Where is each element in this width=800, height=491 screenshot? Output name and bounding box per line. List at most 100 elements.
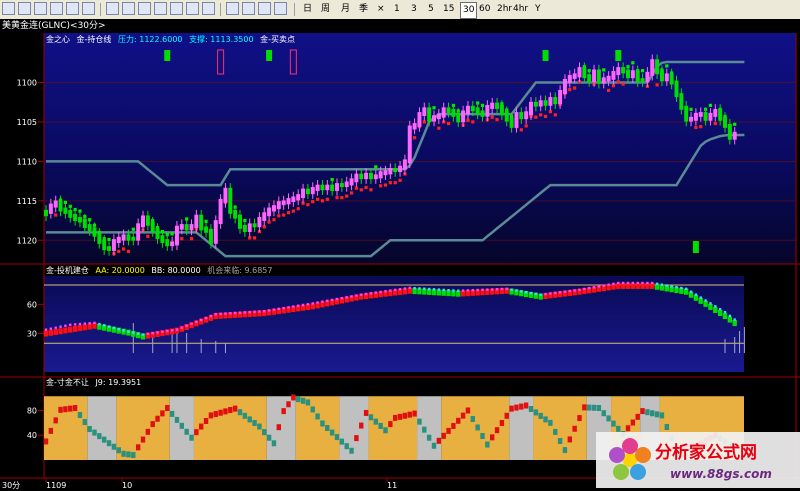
j9-block <box>291 394 296 401</box>
candle-body <box>330 184 335 191</box>
zoom-out-icon[interactable] <box>138 2 151 15</box>
period-button[interactable]: 1 <box>392 2 402 17</box>
momentum-dot <box>529 291 533 295</box>
momentum-dot <box>476 288 479 292</box>
list-icon[interactable] <box>50 2 63 15</box>
momentum-dot <box>398 288 402 291</box>
j9-block <box>625 425 631 432</box>
period-button[interactable]: 3 <box>409 2 419 17</box>
support-dot <box>640 69 645 73</box>
candle-body <box>718 108 723 121</box>
candle-body <box>640 78 645 83</box>
j9-block <box>441 432 446 439</box>
momentum-dot <box>214 312 217 316</box>
period-button[interactable]: 月 <box>339 2 352 17</box>
period-button[interactable]: 4hr <box>511 2 530 17</box>
candle-body <box>393 168 398 173</box>
momentum-dot <box>350 295 353 298</box>
momentum-dot <box>146 332 150 336</box>
candle-body <box>427 107 432 122</box>
candle-body <box>572 73 577 79</box>
candle-body <box>204 226 209 233</box>
momentum-dot <box>427 287 431 291</box>
j9-block <box>320 420 325 427</box>
period-button[interactable]: 日 <box>301 2 314 17</box>
period-button[interactable]: 30 <box>460 2 478 19</box>
momentum-dot <box>78 322 82 326</box>
trend-block <box>68 326 73 333</box>
chart-area[interactable]: 112011151110110511003060408030分 1109 10 11 … <box>0 33 800 491</box>
flower-logo-petal <box>630 464 646 480</box>
close-box-icon[interactable] <box>170 2 183 15</box>
candle-body <box>199 214 204 231</box>
momentum-dot <box>534 292 538 296</box>
lightning-icon[interactable] <box>274 2 287 15</box>
j9-block <box>286 401 291 408</box>
j9-block <box>383 427 388 434</box>
table-icon[interactable] <box>82 2 95 15</box>
candle-body <box>562 78 567 94</box>
momentum-dot <box>292 305 295 308</box>
period-button[interactable]: 15 <box>441 2 456 17</box>
signal-band <box>339 396 369 460</box>
momentum-dot <box>505 287 508 291</box>
candle-body <box>383 170 388 176</box>
period-button[interactable]: 周 <box>319 2 332 17</box>
candle-body <box>286 198 291 205</box>
candle-body <box>107 246 112 251</box>
support-dot <box>349 191 354 195</box>
trend-block <box>77 325 83 332</box>
bb-label: BB: <box>151 266 165 275</box>
period-button[interactable]: 季 <box>357 2 370 17</box>
text-icon[interactable] <box>242 2 255 15</box>
j9-block <box>616 425 621 432</box>
j9-block <box>325 425 330 432</box>
momentum-dot <box>626 281 630 285</box>
j9-block <box>480 433 485 440</box>
momentum-dot <box>699 296 702 299</box>
kline-icon[interactable] <box>2 2 15 15</box>
j9-block <box>412 410 417 417</box>
j9-block <box>53 417 58 424</box>
candle-body <box>179 224 184 230</box>
j9-block <box>456 417 461 424</box>
candle-body <box>267 207 272 217</box>
period-button[interactable]: × <box>375 2 387 17</box>
bar-chart-icon[interactable] <box>34 2 47 15</box>
signal-label: 金-买卖点 <box>260 34 295 44</box>
j9-block <box>499 419 505 426</box>
candle-body <box>141 215 145 228</box>
panel2-legend: 金-投机建仓 AA: 20.0000 BB: 80.0000 机会来临: 9.6… <box>46 265 272 275</box>
j9-block <box>601 410 606 417</box>
report-icon[interactable] <box>66 2 79 15</box>
momentum-dot <box>500 287 504 291</box>
support-dot <box>548 110 552 114</box>
period-button[interactable]: 60 <box>477 2 492 17</box>
j9-block <box>223 408 228 415</box>
window-icon[interactable] <box>202 2 215 15</box>
y-tick-label: 1105 <box>17 118 37 127</box>
candle-body <box>553 97 558 105</box>
candle-body <box>514 112 519 128</box>
refresh-icon[interactable] <box>106 2 119 15</box>
pen-icon[interactable] <box>154 2 167 15</box>
period-button[interactable]: Y <box>533 2 543 17</box>
momentum-dot <box>602 284 605 287</box>
draw-line-icon[interactable] <box>226 2 239 15</box>
zoom-in-icon[interactable] <box>122 2 135 15</box>
candle-body <box>480 110 485 117</box>
candle-body <box>247 223 252 232</box>
candle-body <box>451 108 456 117</box>
candle-body <box>305 188 310 195</box>
formula-icon[interactable] <box>258 2 271 15</box>
candle-body <box>587 74 592 83</box>
support-dot <box>189 237 194 241</box>
momentum-dot <box>636 281 639 285</box>
j9-block <box>538 412 543 419</box>
momentum-dot <box>578 288 581 292</box>
momentum-dot <box>495 288 499 291</box>
period-button[interactable]: 5 <box>426 2 436 17</box>
trend-chart-icon[interactable] <box>18 2 31 15</box>
crosshair-icon[interactable] <box>186 2 199 15</box>
j9-block <box>514 404 519 411</box>
